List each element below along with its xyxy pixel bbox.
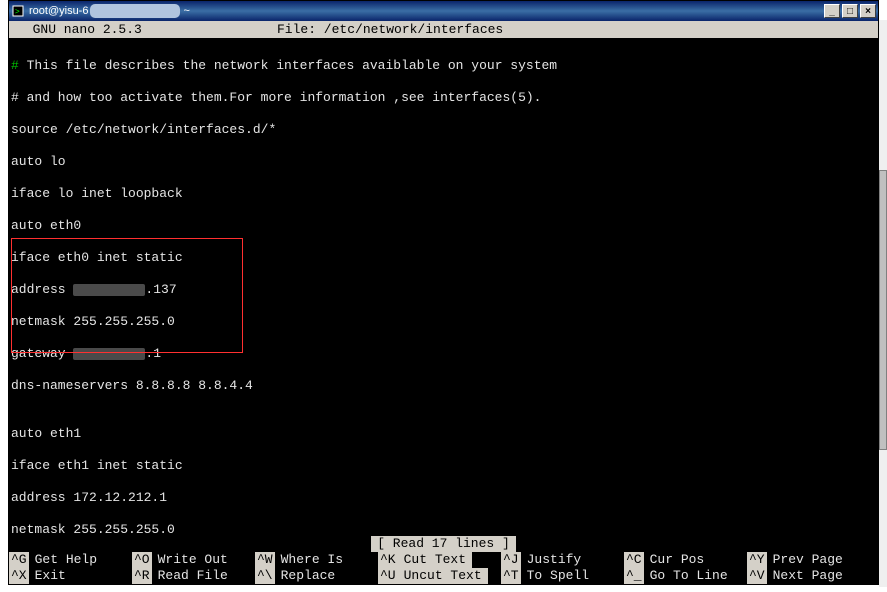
file-path-label: File: /etc/network/interfaces xyxy=(277,22,503,37)
shortcut-row-2: ^XExit ^RRead File ^\Replace ^UUncut Tex… xyxy=(9,568,878,584)
shortcut-next-page[interactable]: ^VNext Page xyxy=(747,568,870,584)
nano-footer: [ Read 17 lines ] ^GGet Help ^OWrite Out… xyxy=(9,536,878,584)
title-path: ~ xyxy=(184,5,190,17)
nano-header-bar: GNU nano 2.5.3File: /etc/network/interfa… xyxy=(9,21,878,38)
shortcut-uncut-text[interactable]: ^UUncut Text xyxy=(378,568,501,584)
shortcut-go-to-line[interactable]: ^_Go To Line xyxy=(624,568,747,584)
file-line: iface eth0 inet static xyxy=(11,250,876,266)
title-redacted xyxy=(90,4,180,18)
status-line: [ Read 17 lines ] xyxy=(9,536,878,552)
shortcut-write-out[interactable]: ^OWrite Out xyxy=(132,552,255,568)
window-title: root@yisu-6 ~ xyxy=(29,4,824,18)
file-line: source /etc/network/interfaces.d/* xyxy=(11,122,876,138)
editor-name: GNU nano 2.5.3 xyxy=(17,22,277,37)
file-line: address .137 xyxy=(11,282,876,298)
file-line: # This file describes the network interf… xyxy=(11,58,876,74)
file-line: address 172.12.212.1 xyxy=(11,490,876,506)
status-message: [ Read 17 lines ] xyxy=(371,536,516,552)
svg-text:>: > xyxy=(15,7,20,16)
file-line: iface eth1 inet static xyxy=(11,458,876,474)
close-button[interactable]: × xyxy=(860,4,876,18)
terminal-window: > root@yisu-6 ~ _ □ × GNU nano 2.5.3File… xyxy=(8,0,879,585)
shortcut-prev-page[interactable]: ^YPrev Page xyxy=(747,552,870,568)
redacted-ip xyxy=(73,348,145,360)
file-line: auto eth1 xyxy=(11,426,876,442)
shortcut-where-is[interactable]: ^WWhere Is xyxy=(255,552,378,568)
minimize-button[interactable]: _ xyxy=(824,4,840,18)
shortcut-replace[interactable]: ^\Replace xyxy=(255,568,378,584)
file-line: netmask 255.255.255.0 xyxy=(11,314,876,330)
title-user-host: root@yisu-6 xyxy=(29,5,88,17)
shortcut-read-file[interactable]: ^RRead File xyxy=(132,568,255,584)
shortcut-to-spell[interactable]: ^TTo Spell xyxy=(501,568,624,584)
file-line: auto eth0 xyxy=(11,218,876,234)
file-line: # and how too activate them.For more inf… xyxy=(11,90,876,106)
file-line: gateway .1 xyxy=(11,346,876,362)
page-scrollbar-thumb[interactable] xyxy=(879,170,887,450)
shortcut-row-1: ^GGet Help ^OWrite Out ^WWhere Is ^KCut … xyxy=(9,552,878,568)
window-buttons: _ □ × xyxy=(824,4,876,18)
shortcut-cut-text[interactable]: ^KCut Text xyxy=(378,552,501,568)
comment-hash: # xyxy=(11,58,19,73)
shortcut-justify[interactable]: ^JJustify xyxy=(501,552,624,568)
app-icon: > xyxy=(11,4,25,18)
file-line: iface lo inet loopback xyxy=(11,186,876,202)
shortcut-cur-pos[interactable]: ^CCur Pos xyxy=(624,552,747,568)
shortcut-rows: ^GGet Help ^OWrite Out ^WWhere Is ^KCut … xyxy=(9,552,878,584)
shortcut-exit[interactable]: ^XExit xyxy=(9,568,132,584)
file-line: netmask 255.255.255.0 xyxy=(11,522,876,536)
file-content: # This file describes the network interf… xyxy=(9,42,878,536)
page-scrollbar-track[interactable] xyxy=(879,20,887,587)
window-titlebar[interactable]: > root@yisu-6 ~ _ □ × xyxy=(9,1,878,21)
editor-viewport[interactable]: # This file describes the network interf… xyxy=(9,38,878,536)
shortcut-get-help[interactable]: ^GGet Help xyxy=(9,552,132,568)
redacted-ip xyxy=(73,284,145,296)
file-line: auto lo xyxy=(11,154,876,170)
maximize-button[interactable]: □ xyxy=(842,4,858,18)
file-line: dns-nameservers 8.8.8.8 8.8.4.4 xyxy=(11,378,876,394)
